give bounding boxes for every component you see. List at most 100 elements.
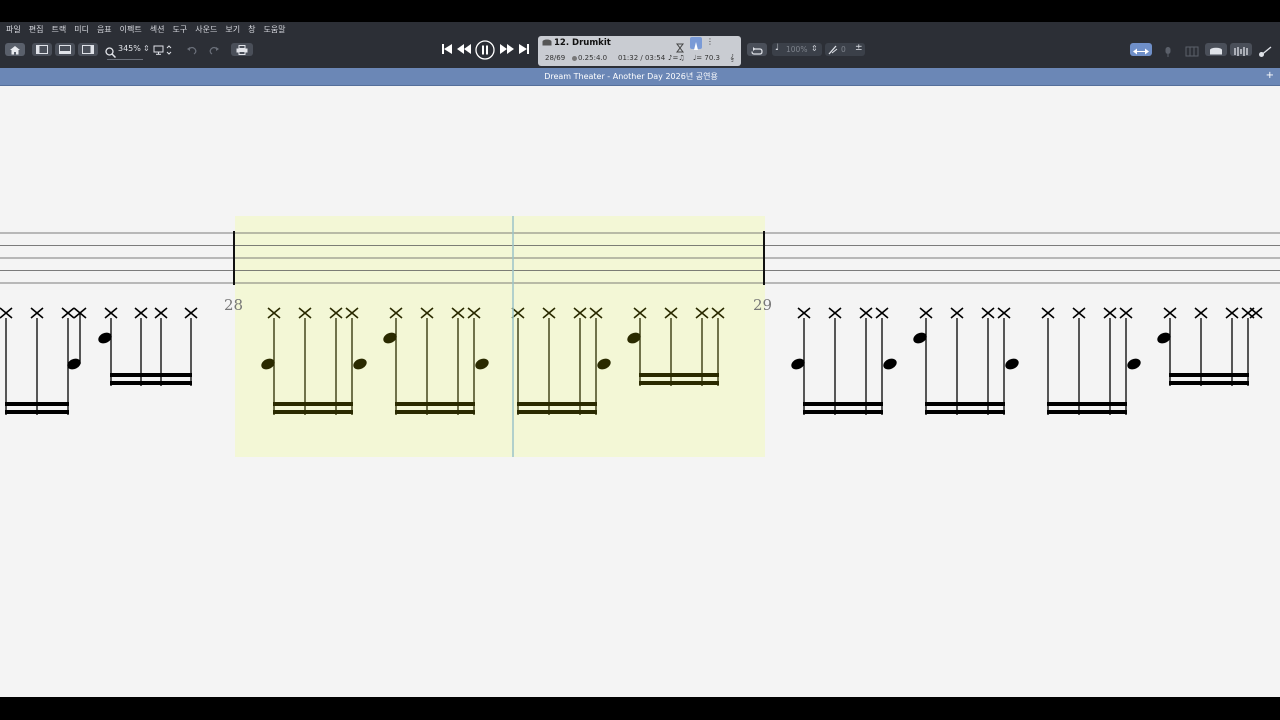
print-button[interactable] [231,43,253,56]
transport-controls [442,40,529,60]
tuning-fork-icon [828,45,838,55]
zoom-level[interactable]: 345% [118,44,141,53]
beam [1169,373,1249,377]
beam [273,410,353,414]
rewind-icon[interactable] [457,44,471,54]
beam [639,381,719,385]
menu-section[interactable]: 섹션 [150,24,165,35]
beam [639,373,719,377]
menu-edit[interactable]: 편집 [29,24,44,35]
bottom-panel-button[interactable] [55,43,75,56]
drum-view-button[interactable] [1205,43,1227,56]
time-position: 01:32 / 03:54 [618,54,666,62]
beam [1047,402,1127,406]
menu-bar: 파일 편집 트랙 미디 음표 이펙트 섹션 도구 사운드 보기 창 도움말 [0,22,1280,36]
metronome-icon [694,42,698,50]
beam [803,402,883,406]
zoom-underline [107,59,143,60]
redo-icon [209,46,219,54]
menu-view[interactable]: 보기 [225,24,240,35]
skip-to-end-icon[interactable] [519,44,529,54]
beam [517,402,597,406]
panel-left-icon [36,45,48,54]
loop-button[interactable] [747,43,767,56]
signature-dot-icon [572,56,577,61]
menu-midi[interactable]: 미디 [74,24,89,35]
mixer-icon [1234,47,1248,56]
beam [1047,410,1127,414]
undo-icon [187,46,197,54]
screen-bottom-border [0,697,1280,720]
beam [517,410,597,414]
mixer-button[interactable] [1230,43,1252,56]
menu-help[interactable]: 도움말 [263,24,285,35]
piano-icon [1185,46,1199,57]
speed-control[interactable]: ♩ 100% ⇕ [772,43,822,56]
score-page[interactable]: 28 29 [0,86,1280,697]
guitar-button[interactable] [1255,43,1277,57]
hourglass-icon[interactable] [676,38,686,53]
kick-note [883,358,897,370]
screen-mode-icon [153,44,172,55]
drum-icon [542,39,552,46]
right-panel-button[interactable] [78,43,98,56]
mic-button[interactable] [1157,43,1179,57]
zoom-stepper-icon[interactable]: ⇕ [143,44,150,53]
menu-track[interactable]: 트랙 [51,24,66,35]
print-icon [236,44,248,55]
home-icon [10,45,20,54]
measure-number-29: 29 [753,296,773,314]
undo-button[interactable] [183,43,201,56]
beam [5,402,69,406]
drum-view-icon [1210,47,1222,55]
screen-mode-button[interactable] [152,43,176,56]
left-panel-button[interactable] [32,43,52,56]
speed-value: 100% [786,45,808,54]
bar-position: 28/69 [545,54,566,62]
fit-width-button[interactable] [1130,43,1152,56]
fast-forward-icon[interactable] [500,44,514,54]
guitar-icon [1259,46,1272,57]
microphone-icon [1165,47,1171,57]
pause-icon[interactable] [475,40,495,60]
measure-number-28: 28 [224,296,244,314]
menu-effect[interactable]: 이펙트 [120,24,142,35]
pitch-stepper-icon[interactable]: ± [855,43,863,53]
score-canvas [0,216,1280,457]
panel-bottom-icon [59,45,71,54]
skip-to-start-icon[interactable] [442,44,452,54]
beam [803,410,883,414]
signature: 0.25:4.0 [578,54,608,62]
zoom-icon [105,47,117,59]
kick-note [1005,358,1019,370]
beam [925,402,1005,406]
home-button[interactable] [5,43,25,56]
menu-sound[interactable]: 사운드 [195,24,217,35]
document-title: Dream Theater - Another Day 2026년 공연용 [544,72,718,81]
track-name: 12. Drumkit [554,38,611,48]
piano-button[interactable] [1181,43,1203,57]
add-tab-icon[interactable]: + [1266,70,1274,81]
beam [273,402,353,406]
tempo-link-icon[interactable]: ♪=♫ [668,54,685,62]
metronome-button[interactable] [690,37,702,50]
track-info-panel[interactable]: 12. Drumkit ⋮ 28/69 0.25:4.0 01:32 / 03:… [538,36,741,66]
redo-button[interactable] [205,43,223,56]
note-speed-icon: ♩ [775,43,780,53]
pitch-control[interactable]: 0 ± [825,43,865,56]
panel-right-icon [82,45,94,54]
menu-file[interactable]: 파일 [6,24,21,35]
screen-top-border [0,0,1280,22]
menu-tools[interactable]: 도구 [173,24,188,35]
tempo: ♩= 70.3 [693,54,720,62]
beam [395,410,475,414]
document-tab[interactable]: Dream Theater - Another Day 2026년 공연용 + [0,68,1280,86]
more-options-icon[interactable]: ⋮ [706,37,714,46]
loop-icon [751,47,763,55]
zoom-button[interactable] [105,43,117,59]
menu-note[interactable]: 음표 [97,24,112,35]
menu-window[interactable]: 창 [248,24,255,35]
beam [110,381,192,385]
speed-stepper-icon[interactable]: ⇕ [811,44,818,53]
tuning-icon[interactable]: 𝄞 [730,54,734,63]
